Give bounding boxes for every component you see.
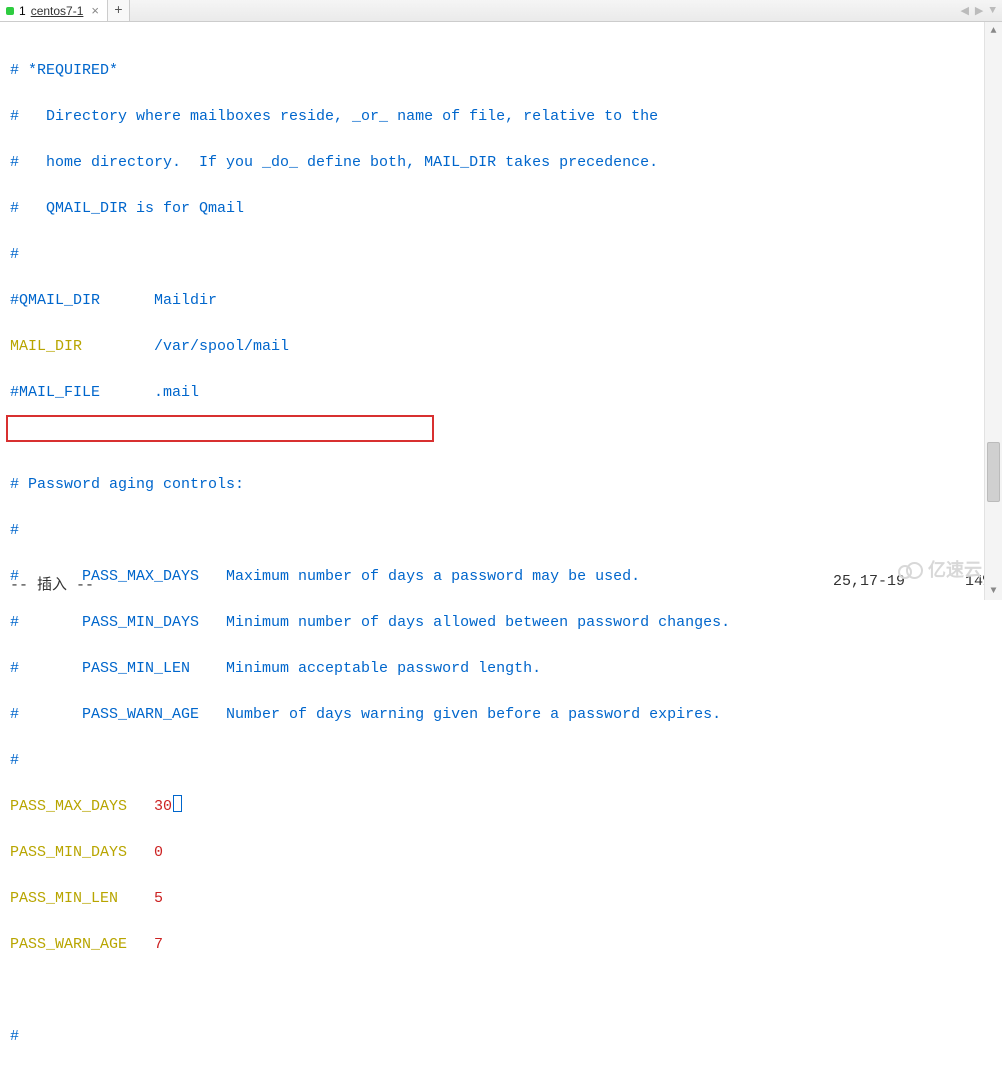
tab-close-icon[interactable]: ×	[91, 3, 99, 18]
scrollbar-up-icon[interactable]: ▲	[985, 22, 1002, 40]
tab-nav-menu-icon[interactable]: ▼	[989, 5, 996, 17]
editor-line: PASS_MIN_LEN 5	[10, 887, 992, 910]
tab-nav: ◀ ▶ ▼	[954, 0, 1002, 22]
tab-nav-next-icon[interactable]: ▶	[975, 4, 983, 18]
tab-add-button[interactable]: +	[108, 0, 130, 21]
editor-line: # Directory where mailboxes reside, _or_…	[10, 105, 992, 128]
tab-active[interactable]: 1 centos7-1 ×	[0, 0, 108, 21]
editor-line: # QMAIL_DIR is for Qmail	[10, 197, 992, 220]
config-key: PASS_MIN_LEN	[10, 890, 118, 907]
config-value: 7	[154, 936, 163, 953]
tab-bar: 1 centos7-1 × + ◀ ▶ ▼	[0, 0, 1002, 22]
tab-index: 1	[19, 4, 26, 18]
editor-line	[10, 979, 992, 1002]
editor-line: MAIL_DIR /var/spool/mail	[10, 335, 992, 358]
config-value: /var/spool/mail	[154, 338, 289, 355]
editor-line	[10, 427, 992, 450]
editor-line: # *REQUIRED*	[10, 59, 992, 82]
editor-line: # PASS_MIN_LEN Minimum acceptable passwo…	[10, 657, 992, 680]
editor-line: #	[10, 749, 992, 772]
terminal-editor[interactable]: # *REQUIRED* # Directory where mailboxes…	[0, 22, 1002, 600]
tab-status-dot	[6, 7, 14, 15]
editor-line: #	[10, 519, 992, 542]
editor-line: PASS_MIN_DAYS 0	[10, 841, 992, 864]
cursor-icon	[173, 795, 182, 812]
editor-line: #QMAIL_DIR Maildir	[10, 289, 992, 312]
status-line: -- 插入 -- 25,17-19 14%	[10, 573, 992, 594]
scrollbar[interactable]: ▲ ▼	[984, 22, 1002, 600]
config-value: 0	[154, 844, 163, 861]
config-key: PASS_MAX_DAYS	[10, 798, 127, 815]
editor-line: PASS_WARN_AGE 7	[10, 933, 992, 956]
config-key: PASS_WARN_AGE	[10, 936, 127, 953]
scrollbar-thumb[interactable]	[987, 442, 1000, 502]
config-key: PASS_MIN_DAYS	[10, 844, 127, 861]
config-value: 5	[154, 890, 163, 907]
editor-line: #MAIL_FILE .mail	[10, 381, 992, 404]
tab-nav-prev-icon[interactable]: ◀	[960, 4, 968, 18]
editor-line: #	[10, 243, 992, 266]
editor-line: # Password aging controls:	[10, 473, 992, 496]
config-value: 30	[154, 798, 172, 815]
editor-mode: -- 插入 --	[10, 573, 94, 594]
editor-line: # home directory. If you _do_ define bot…	[10, 151, 992, 174]
tab-title: centos7-1	[31, 4, 84, 18]
editor-line: #	[10, 1025, 992, 1048]
editor-line: PASS_MAX_DAYS 30	[10, 795, 992, 818]
cursor-position: 25,17-19	[833, 573, 905, 594]
editor-line: # PASS_WARN_AGE Number of days warning g…	[10, 703, 992, 726]
editor-line: # PASS_MIN_DAYS Minimum number of days a…	[10, 611, 992, 634]
config-key: MAIL_DIR	[10, 338, 82, 355]
scrollbar-down-icon[interactable]: ▼	[985, 582, 1002, 600]
